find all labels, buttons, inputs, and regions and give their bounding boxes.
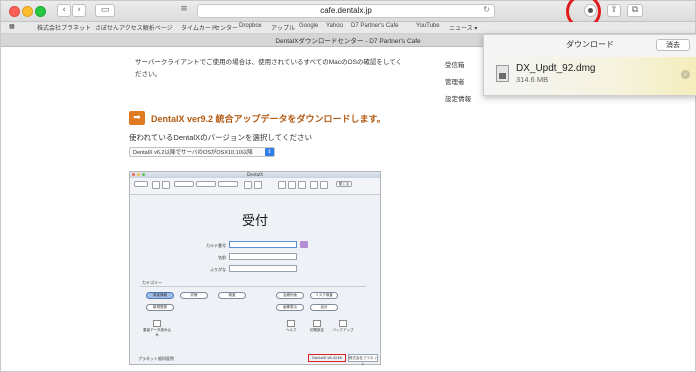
close-window-button[interactable] [9,6,20,17]
app-back-button [134,181,148,187]
bookmark-item[interactable]: Dropbox [239,23,262,29]
clear-downloads-button[interactable]: 消去 [656,39,690,51]
heading-text: DentalX ver9.2 統合アップデータをダウンロードします。 [151,114,386,124]
right-link-admin[interactable]: 管理者 [445,76,465,86]
bookmark-item[interactable]: Yahoo [326,23,343,29]
bookmark-item[interactable]: Google [299,23,318,29]
settings-label: 初期設定 [310,328,324,332]
app-tool-icon [298,181,306,189]
reader-icon: ≡ [180,4,188,14]
browser-window: ‹ › ▭ ≡ cafe.dentalx.jp ↻ ⇪ ⧉ ▦ 株式会社プラネッ… [0,0,696,372]
bookmark-item[interactable]: センター [214,23,238,32]
chevron-right-icon: › [77,5,81,15]
field-label: ふりがな [210,267,226,272]
bookmark-item[interactable]: ニュース ▾ [449,23,477,32]
app-tool-icon [288,181,296,189]
reload-icon[interactable]: ↻ [483,5,490,14]
forward-button[interactable]: › [72,4,86,17]
share-icon: ⇪ [610,5,618,15]
reveal-in-finder-icon[interactable]: ⌕ [681,70,690,79]
apps-grid-icon[interactable]: ▦ [9,23,15,30]
gear-icon [313,320,321,327]
bookmark-item[interactable]: タイムカード [181,23,217,32]
bookmark-item[interactable]: アップル [271,23,295,32]
sidebar-icon: ▭ [100,5,110,15]
back-button[interactable]: ‹ [57,4,71,17]
category-risk: リスク検査 [310,292,338,299]
share-button[interactable]: ⇪ [607,4,621,17]
clinic-name: プラネット歯科医院 [138,356,174,361]
chevron-updown-icon: ⇕ [265,148,274,156]
help-label: ヘルプ [285,328,297,332]
intro-text-line1: サーバークライアントでご使用の場合は、使用されているすべてのMacのOSの確認を… [135,59,403,66]
browser-toolbar: ‹ › ▭ ≡ cafe.dentalx.jp ↻ ⇪ ⧉ [1,0,695,29]
sidebar-button[interactable]: ▭ [95,4,115,17]
app-dropdown [218,181,238,187]
import-data-tool: 患者データ読み込み [142,320,172,337]
right-link-settings[interactable]: 設定情報 [445,93,471,103]
category-box: 患者情報 診療 検査 治療計画 リスク検査 新規登録 画像表示 会計 [140,286,366,323]
name-input [229,253,297,260]
company-button: 株式会社プラネット [348,354,378,366]
app-close-button: 閉じる [336,181,352,187]
download-item[interactable]: DX_Updt_92.dmg 314.6 MB ⌕ [484,57,696,95]
help-tool: ヘルプ [280,320,302,334]
downloads-popover: ダウンロード 消去 DX_Updt_92.dmg 314.6 MB ⌕ [483,34,696,96]
app-tool-icon [254,181,262,189]
category-new: 新規登録 [146,304,174,311]
chevron-left-icon: ‹ [62,5,66,15]
tabs-icon: ⧉ [631,5,639,15]
reader-button[interactable]: ≡ [177,4,191,17]
bookmark-item[interactable]: YouTube [416,23,440,29]
disk-image-icon [496,65,509,82]
bookmark-item[interactable]: D7 Partner's Cafe [351,23,399,29]
app-tool-icon [310,181,318,189]
backup-tool: バックアップ [332,320,354,334]
app-tool-icon [162,181,170,189]
field-label: 名前 [218,255,226,260]
category-patient-info: 患者情報 [146,292,174,299]
select-value: DentalX v6.2以降でサーバのOSがOSX10.10以降 [133,150,253,156]
chart-number-input [229,241,297,248]
download-file-size: 314.6 MB [516,75,549,84]
dentalx-screenshot: DentalX 閉じる 受付 カルテ番号 名前 ふりがな カテゴリー 患者情報 … [129,171,381,366]
right-link-inbox[interactable]: 受信箱 [445,59,465,69]
arrow-right-icon: ➡ [129,111,145,125]
bookmark-item[interactable]: さぼせんアクセス解析ページ [95,23,173,32]
import-data-label: 患者データ読み込み [143,328,171,337]
category-plan: 治療計画 [276,292,304,299]
category-billing: 会計 [310,304,338,311]
version-question: 使われているDentalXのバージョンを選択してください [129,133,312,142]
app-tool-icon [152,181,160,189]
download-file-name: DX_Updt_92.dmg [516,63,596,74]
backup-icon [339,320,347,327]
app-tool-icon [244,181,252,189]
app-tool-icon [320,181,328,189]
help-icon [287,320,295,327]
category-treatment: 診療 [180,292,208,299]
bookmark-item[interactable]: 株式会社プラネット [37,23,91,32]
url-text: cafe.dentalx.jp [320,6,372,15]
minimize-window-button[interactable] [22,6,33,17]
furigana-input [229,265,297,272]
field-label: カルテ番号 [206,243,226,248]
import-icon [153,320,161,327]
bookmarks-bar: ▦ 株式会社プラネット さぼせんアクセス解析ページ タイムカード センター Dr… [1,22,695,34]
settings-tool: 初期設定 [306,320,328,334]
app-heading: 受付 [241,214,268,229]
intro-text-line2: ださい。 [135,71,161,78]
version-label: DentalX v6.4248 [308,354,346,362]
category-image: 画像表示 [276,304,304,311]
search-patient-icon [300,241,308,248]
zoom-window-button[interactable] [35,6,46,17]
app-dropdown [174,181,194,187]
app-toolbar: 閉じる [130,178,380,195]
address-bar[interactable]: cafe.dentalx.jp ↻ [197,4,495,18]
category-exam: 検査 [218,292,246,299]
version-select[interactable]: DentalX v6.2以降でサーバのOSがOSX10.10以降 ⇕ [129,147,275,157]
backup-label: バックアップ [332,328,354,332]
app-tool-icon [278,181,286,189]
tabs-overview-button[interactable]: ⧉ [627,4,643,17]
app-dropdown [196,181,216,187]
